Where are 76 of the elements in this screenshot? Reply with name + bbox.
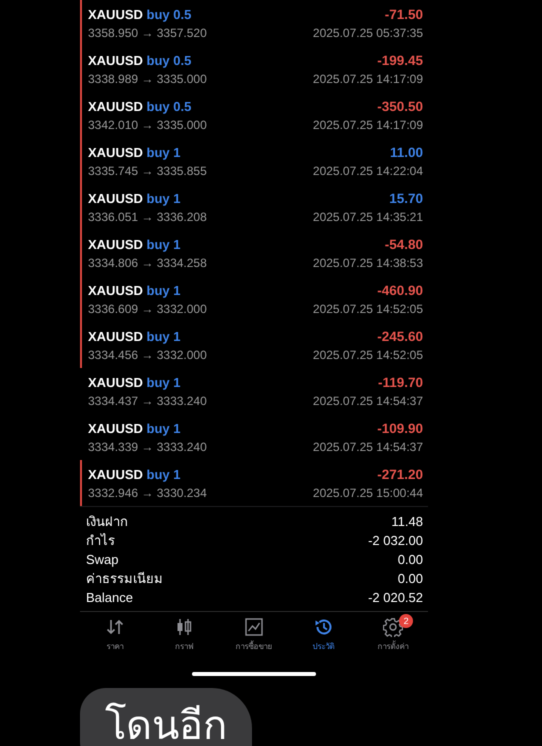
price-range: 3334.339 → 3333.240 [88, 440, 207, 454]
deal-row[interactable]: XAUUSD buy 1 -245.60 3334.456 → 3332.000 2025.07.25 14:52:05 [80, 322, 428, 368]
deal-row[interactable]: XAUUSD buy 1 -119.70 3334.437 → 3333.240 2025.07.25 14:54:37 [80, 368, 428, 414]
profit-value: -109.90 [377, 420, 423, 436]
profit-value: 15.70 [389, 190, 423, 206]
deal-title: XAUUSD buy 1 [88, 374, 180, 390]
deal-row[interactable]: XAUUSD buy 0.5 -199.45 3338.989 → 3335.000 2025.07.25 14:17:09 [80, 46, 428, 92]
caption-bubble: โดนอีก [80, 688, 252, 746]
deal-title: XAUUSD buy 1 [88, 236, 180, 252]
summary-label: กำไร [86, 532, 115, 550]
price-range: 3332.946 → 3330.234 [88, 486, 207, 500]
deal-time: 2025.07.25 14:54:37 [312, 394, 423, 408]
summary-label: Balance [86, 590, 133, 605]
deal-row[interactable]: XAUUSD buy 1 -109.90 3334.339 → 3333.240 2025.07.25 14:54:37 [80, 414, 428, 460]
nav-tab[interactable]: กราฟ [154, 617, 214, 661]
deal-row[interactable]: XAUUSD buy 0.5 -71.50 3358.950 → 3357.520 2025.07.25 05:37:35 [80, 0, 428, 46]
profit-value: -199.45 [377, 52, 423, 68]
deal-time: 2025.07.25 14:54:37 [312, 440, 423, 454]
nav-tab[interactable]: การซื้อขาย [224, 617, 284, 661]
price-range: 3334.437 → 3333.240 [88, 394, 207, 408]
nav-tab[interactable]: การตั้งค่า 2 [363, 617, 424, 661]
deal-title: XAUUSD buy 1 [88, 144, 180, 160]
price-range: 3335.745 → 3335.855 [88, 164, 207, 178]
summary-value: -2 032.00 [368, 533, 423, 548]
profit-value: -71.50 [384, 6, 423, 22]
nav-tab[interactable]: ประวัติ [294, 617, 354, 661]
deal-title: XAUUSD buy 1 [88, 190, 180, 206]
summary-label: ค่าธรรมเนียม [86, 570, 163, 588]
price-range: 3338.989 → 3335.000 [88, 72, 207, 86]
quotes-icon [104, 617, 125, 637]
profit-value: -460.90 [377, 282, 423, 298]
deal-row[interactable]: XAUUSD buy 1 15.70 3336.051 → 3336.208 2025.07.25 14:35:21 [80, 184, 428, 230]
deal-time: 2025.07.25 15:00:44 [312, 486, 423, 500]
deal-title: XAUUSD buy 0.5 [88, 52, 192, 68]
deal-row[interactable]: XAUUSD buy 1 -460.90 3336.609 → 3332.000 2025.07.25 14:52:05 [80, 276, 428, 322]
profit-value: 11.00 [390, 144, 423, 160]
deal-row[interactable]: XAUUSD buy 0.5 -350.50 3342.010 → 3335.000 2025.07.25 14:17:09 [80, 92, 428, 138]
line-chart-icon [244, 617, 264, 637]
profit-value: -54.80 [384, 236, 423, 252]
deal-row[interactable]: XAUUSD buy 1 11.00 3335.745 → 3335.855 2025.07.25 14:22:04 [80, 138, 428, 184]
price-range: 3336.051 → 3336.208 [88, 210, 207, 224]
deal-title: XAUUSD buy 0.5 [88, 98, 192, 114]
deal-title: XAUUSD buy 1 [88, 328, 180, 344]
deal-time: 2025.07.25 14:35:21 [312, 210, 423, 224]
deal-row[interactable]: XAUUSD buy 1 -54.80 3334.806 → 3334.258 2025.07.25 14:38:53 [80, 230, 428, 276]
deal-time: 2025.07.25 14:17:09 [312, 118, 423, 132]
deal-time: 2025.07.25 14:22:04 [312, 164, 423, 178]
history-icon [314, 617, 334, 637]
deal-time: 2025.07.25 14:52:05 [312, 348, 423, 362]
deal-title: XAUUSD buy 0.5 [88, 6, 192, 22]
summary-value: 0.00 [398, 571, 423, 586]
summary-value: -2 020.52 [368, 590, 423, 605]
summary-label: Swap [86, 552, 119, 567]
price-range: 3334.456 → 3332.000 [88, 348, 207, 362]
deal-time: 2025.07.25 14:17:09 [312, 72, 423, 86]
price-range: 3336.609 → 3332.000 [88, 302, 207, 316]
profit-value: -350.50 [377, 98, 423, 114]
profit-value: -119.70 [378, 374, 423, 390]
deal-title: XAUUSD buy 1 [88, 466, 180, 482]
count-badge: 2 [399, 614, 414, 628]
price-range: 3342.010 → 3335.000 [88, 118, 207, 132]
deal-time: 2025.07.25 14:38:53 [312, 256, 423, 270]
settings-icon [383, 617, 404, 637]
summary-value: 0.00 [398, 552, 423, 567]
profit-value: -271.20 [377, 466, 423, 482]
summary-label: เงินฝาก [86, 513, 128, 531]
deal-row[interactable]: XAUUSD buy 1 -271.20 3332.946 → 3330.234 2025.07.25 15:00:44 [80, 460, 428, 506]
deal-time: 2025.07.25 05:37:35 [312, 26, 423, 40]
nav-tab[interactable]: ราคา [84, 617, 145, 661]
price-range: 3334.806 → 3334.258 [88, 256, 207, 270]
deal-title: XAUUSD buy 1 [88, 282, 180, 298]
price-range: 3358.950 → 3357.520 [88, 26, 207, 40]
deal-title: XAUUSD buy 1 [88, 420, 180, 436]
summary-value: 11.48 [391, 514, 423, 529]
profit-value: -245.60 [377, 328, 423, 344]
deal-time: 2025.07.25 14:52:05 [312, 302, 423, 316]
